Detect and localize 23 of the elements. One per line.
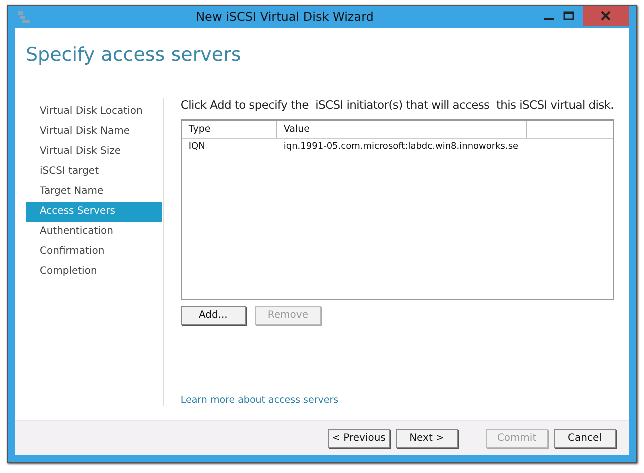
footer-button[interactable]: < Previous — [328, 428, 390, 448]
footer-button[interactable]: Cancel — [554, 428, 616, 448]
help-link[interactable]: Learn more about access servers — [180, 395, 614, 406]
wizard-step[interactable]: Confirmation — [26, 242, 162, 262]
close-button[interactable] — [583, 6, 629, 26]
close-icon — [601, 11, 611, 21]
column-header[interactable]: Value — [276, 121, 527, 138]
wizard-step[interactable]: Virtual Disk Location — [26, 102, 162, 122]
wizard-step[interactable]: Target Name — [26, 182, 162, 202]
footer-button[interactable]: Next > — [396, 428, 458, 448]
table-button[interactable]: Add... — [180, 306, 246, 325]
window-title: New iSCSI Virtual Disk Wizard — [195, 10, 375, 24]
page-heading: Specify access servers — [25, 43, 242, 68]
app-icon — [17, 10, 31, 24]
wizard-step[interactable]: Virtual Disk Name — [26, 122, 162, 142]
table-cell-text: IQN — [188, 142, 206, 152]
table-cell-text: iqn.1991-05.com.microsoft:labdc.win8.innoworks.se — [282, 142, 519, 152]
column-header[interactable]: Type — [182, 121, 277, 138]
wizard-step[interactable]: Completion — [26, 262, 162, 282]
instruction-text: Click Add to specify the iSCSI initiator(s) that will access this iSCSI virtual disk. — [180, 98, 614, 114]
wizard-step[interactable]: Virtual Disk Size — [26, 142, 162, 162]
wizard-step[interactable]: Authentication — [26, 222, 162, 242]
wizard-step[interactable]: iSCSI target — [26, 162, 162, 182]
